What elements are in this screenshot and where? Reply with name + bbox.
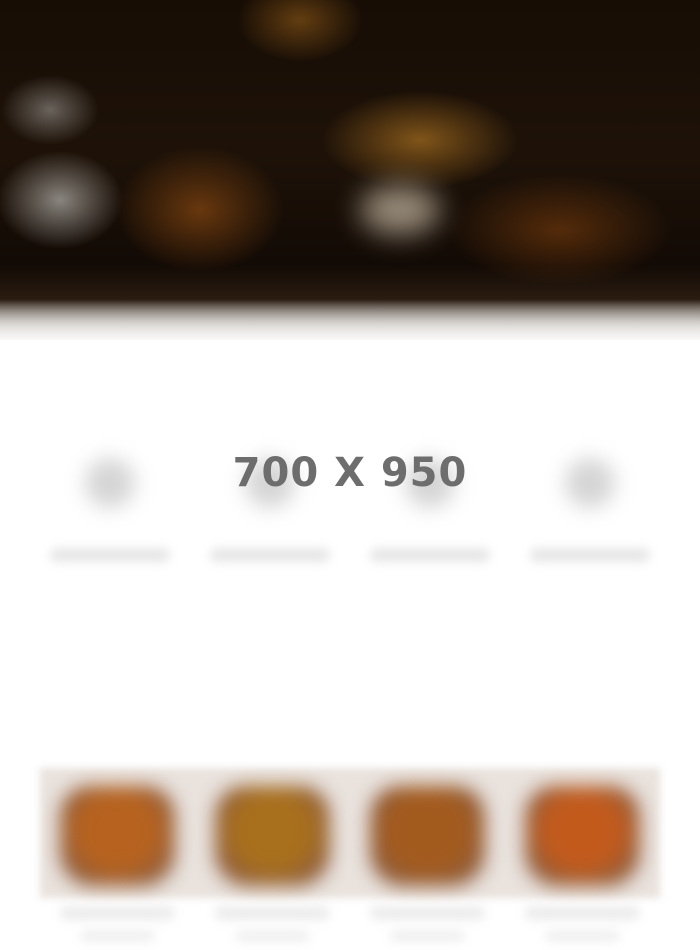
hero-highlight bbox=[360, 185, 440, 235]
product-price bbox=[545, 930, 620, 942]
hero-banner bbox=[0, 0, 700, 340]
feature-description bbox=[210, 548, 330, 562]
feature-description bbox=[370, 548, 490, 562]
product-image[interactable] bbox=[60, 786, 175, 886]
product-name[interactable] bbox=[525, 906, 640, 920]
product-card[interactable] bbox=[350, 768, 505, 950]
product-name[interactable] bbox=[370, 906, 485, 920]
placeholder-dimensions-label: 700 X 950 bbox=[232, 450, 468, 496]
product-card[interactable] bbox=[195, 768, 350, 950]
product-card[interactable] bbox=[40, 768, 195, 950]
product-card[interactable] bbox=[505, 768, 660, 950]
feature-description bbox=[50, 548, 170, 562]
products-row bbox=[40, 768, 660, 950]
product-image[interactable] bbox=[525, 786, 640, 886]
product-image[interactable] bbox=[370, 786, 485, 886]
product-price bbox=[235, 930, 310, 942]
product-name[interactable] bbox=[60, 906, 175, 920]
product-price bbox=[390, 930, 465, 942]
feature-description bbox=[530, 548, 650, 562]
product-name[interactable] bbox=[215, 906, 330, 920]
hero-fade bbox=[0, 300, 700, 340]
product-price bbox=[80, 930, 155, 942]
product-image[interactable] bbox=[215, 786, 330, 886]
